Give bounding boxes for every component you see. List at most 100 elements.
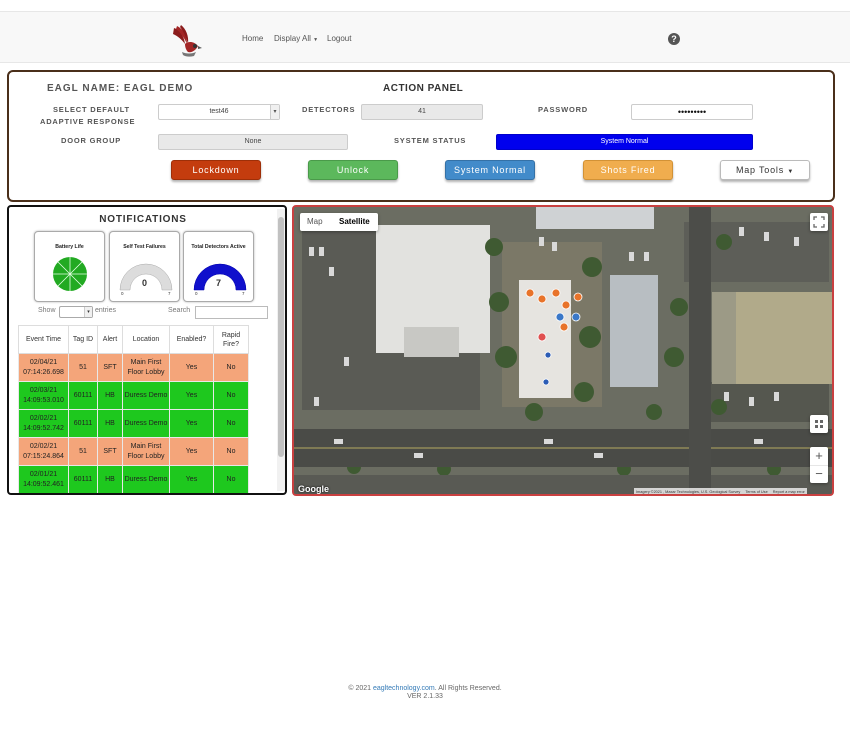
total-detectors-gauge [193, 263, 247, 291]
table-cell-alert: SFT [97, 353, 123, 382]
system-status-label: SYSTEM STATUS [394, 136, 467, 145]
satellite-tab[interactable]: Satellite [339, 217, 370, 226]
password-label: PASSWORD [538, 105, 589, 114]
column-header[interactable]: Event Time [18, 325, 69, 354]
imagery-credit: Imagery ©2021 , Maxar Technologies, U.S.… [636, 490, 741, 494]
self-test-failures-title: Self Test Failures [123, 244, 166, 250]
gauge-min-label: 0 [195, 291, 198, 296]
table-cell-alert: HB [97, 465, 123, 493]
table-cell-alert: HB [97, 381, 123, 410]
notifications-title: NOTIFICATIONS [99, 214, 187, 225]
notifications-table-wrap: Event Time Tag ID Alert Location Enabled? Rap… [18, 325, 277, 493]
total-detectors-card: Total Detectors Active 7 0 7 [183, 231, 254, 302]
satellite-map-image[interactable] [294, 207, 834, 496]
table-cell-rapid: No [213, 381, 249, 410]
table-row[interactable]: 02/04/21 07:14:26.698 51 SFT Main First Flo… [18, 353, 249, 382]
gauge-max-label: 7 [242, 291, 245, 296]
copyright-suffix: . All Rights Reserved. [434, 685, 502, 692]
table-cell-tag: 51 [68, 353, 98, 382]
top-navbar: Home Display All ▼ Logout ? [0, 11, 850, 63]
table-cell-alert: HB [97, 409, 123, 438]
table-cell-enabled: Yes [169, 381, 214, 410]
table-cell-location: Main First Floor Lobby [122, 437, 170, 466]
adaptive-response-select[interactable]: test46 ▾ [158, 104, 280, 120]
zoom-in-button[interactable]: + [810, 447, 828, 465]
chevron-down-icon: ▾ [84, 307, 92, 317]
table-cell-time: 02/04/21 07:14:26.698 [18, 353, 69, 382]
table-cell-enabled: Yes [169, 465, 214, 493]
terms-link[interactable]: Terms of Use [745, 490, 767, 494]
nav-home-link[interactable]: Home [242, 34, 263, 43]
table-row[interactable]: 02/02/21 14:09:52.742 60111 HB Duress Demo Y… [18, 409, 249, 438]
detectors-label: DETECTORS [302, 105, 356, 114]
table-row[interactable]: 02/02/21 07:15:24.864 51 SFT Main First Flo… [18, 437, 249, 466]
battery-life-card: Battery Life [34, 231, 105, 302]
scrollbar-thumb[interactable] [278, 217, 284, 457]
search-input[interactable] [195, 306, 268, 319]
action-panel: EAGL NAME: EAGL DEMO ACTION PANEL SELECT… [7, 70, 835, 202]
entries-select[interactable]: ▾ [59, 306, 93, 318]
fullscreen-icon[interactable] [810, 213, 828, 231]
show-label: Show [38, 307, 56, 314]
table-cell-time: 02/01/21 14:09:52.461 [18, 465, 69, 493]
table-cell-time: 02/02/21 14:09:52.742 [18, 409, 69, 438]
caret-down-icon: ▼ [313, 37, 319, 43]
shots-fired-button[interactable]: Shots Fired [583, 160, 673, 180]
adaptive-response-value: test46 [209, 108, 229, 115]
unlock-button[interactable]: Unlock [308, 160, 398, 180]
column-header[interactable]: Alert [97, 325, 123, 354]
table-cell-location: Duress Demo [122, 381, 170, 410]
caret-down-icon: ▼ [787, 169, 795, 175]
eagle-logo[interactable] [170, 24, 202, 60]
map-type-control: Map Satellite [300, 213, 378, 231]
total-detectors-value: 7 [215, 278, 221, 288]
entries-label: entries [95, 307, 117, 314]
door-group-field[interactable]: None [158, 134, 348, 150]
adaptive-response-label: ADAPTIVE RESPONSE [40, 117, 136, 126]
footer: © 2021 eagltechnology.com. All Rights Re… [0, 685, 850, 701]
password-input[interactable]: ••••••••• [631, 104, 753, 120]
eagl-name-heading: EAGL NAME: EAGL DEMO [47, 83, 194, 94]
table-cell-time: 02/03/21 14:09:53.010 [18, 381, 69, 410]
table-cell-time: 02/02/21 07:15:24.864 [18, 437, 69, 466]
column-header[interactable]: Rapid Fire? [213, 325, 249, 354]
self-test-failures-gauge [119, 263, 173, 291]
help-icon[interactable]: ? [668, 33, 680, 45]
system-normal-button[interactable]: System Normal [445, 160, 535, 180]
map-tab[interactable]: Map [307, 217, 323, 226]
map-tools-button[interactable]: Map Tools ▼ [720, 160, 810, 180]
nav-logout-link[interactable]: Logout [327, 34, 351, 43]
table-cell-tag: 51 [68, 437, 98, 466]
scrollbar[interactable] [277, 209, 285, 491]
table-cell-rapid: No [213, 353, 249, 382]
action-panel-title: ACTION PANEL [383, 83, 464, 94]
notifications-table: Event Time Tag ID Alert Location Enabled? Rap… [18, 325, 249, 493]
table-cell-tag: 60111 [68, 381, 98, 410]
zoom-control: + − [810, 447, 828, 483]
table-row[interactable]: 02/01/21 14:09:52.461 60111 HB Duress Demo Y… [18, 465, 249, 493]
table-cell-rapid: No [213, 465, 249, 493]
table-row[interactable]: 02/03/21 14:09:53.010 60111 HB Duress Demo Y… [18, 381, 249, 410]
notifications-panel: NOTIFICATIONS Battery Life Self Test Fai… [7, 205, 287, 495]
select-default-label: SELECT DEFAULT [53, 105, 130, 114]
table-cell-tag: 60111 [68, 409, 98, 438]
nav-display-all-label: Display All [274, 34, 311, 43]
table-cell-location: Main First Floor Lobby [122, 353, 170, 382]
column-header[interactable]: Location [122, 325, 170, 354]
column-header[interactable]: Tag ID [68, 325, 98, 354]
map-panel[interactable]: Map Satellite + − Google Imagery ©2021 ,… [292, 205, 834, 496]
search-label: Search [168, 307, 191, 314]
table-cell-tag: 60111 [68, 465, 98, 493]
report-map-error-link[interactable]: Report a map error [773, 490, 805, 494]
layers-icon[interactable] [810, 415, 828, 433]
nav-display-all-dropdown[interactable]: Display All ▼ [274, 34, 318, 43]
zoom-out-button[interactable]: − [810, 465, 828, 483]
door-group-label: DOOR GROUP [61, 136, 122, 145]
lockdown-button[interactable]: Lockdown [171, 160, 261, 180]
map-tools-label: Map Tools [735, 165, 784, 175]
company-link[interactable]: eagltechnology.com [373, 685, 435, 692]
system-status-field: System Normal [496, 134, 753, 150]
self-test-failures-card: Self Test Failures 0 0 7 [109, 231, 180, 302]
column-header[interactable]: Enabled? [169, 325, 214, 354]
map-attribution: Imagery ©2021 , Maxar Technologies, U.S.… [634, 488, 807, 494]
